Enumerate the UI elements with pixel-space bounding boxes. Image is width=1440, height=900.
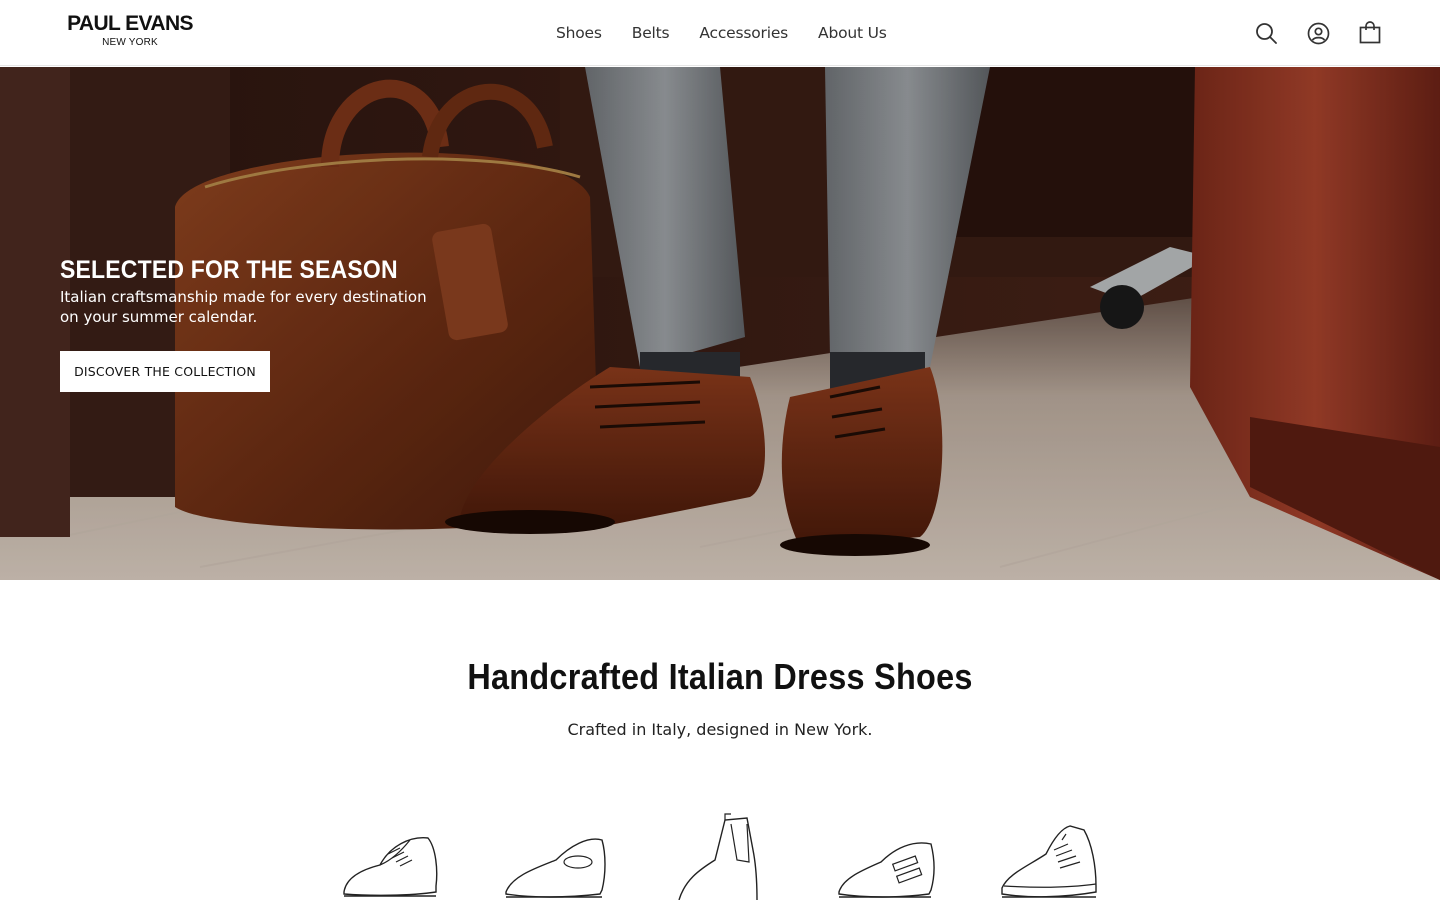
brand-logo[interactable]: PAUL EVANS NEW YORK bbox=[60, 12, 200, 49]
search-icon[interactable] bbox=[1254, 20, 1278, 46]
nav-item-accessories[interactable]: Accessories bbox=[699, 22, 788, 44]
hero-title: SELECTED FOR THE SEASON bbox=[60, 256, 398, 284]
sneaker-icon bbox=[1001, 825, 1097, 898]
cart-icon[interactable] bbox=[1358, 20, 1382, 46]
category-chelsea-boot[interactable] bbox=[675, 810, 765, 900]
logo-main-text: PAUL EVANS bbox=[67, 12, 193, 35]
category-row bbox=[330, 810, 1120, 900]
loafer-icon bbox=[505, 838, 606, 898]
nav-item-about-us[interactable]: About Us bbox=[818, 22, 887, 44]
category-loafer[interactable] bbox=[502, 810, 607, 900]
oxford-shoe-icon bbox=[343, 837, 438, 897]
account-icon[interactable] bbox=[1306, 20, 1330, 46]
category-monk-strap[interactable] bbox=[835, 810, 935, 900]
monk-strap-icon bbox=[838, 842, 935, 898]
section-title: Handcrafted Italian Dress Shoes bbox=[467, 656, 973, 697]
chelsea-boot-icon bbox=[678, 813, 758, 900]
category-sneaker[interactable] bbox=[998, 810, 1100, 900]
hero-subtitle: Italian craftsmanship made for every des… bbox=[60, 288, 427, 326]
hero-banner: SELECTED FOR THE SEASON Italian craftsma… bbox=[0, 67, 1440, 580]
site-header: PAUL EVANS NEW YORK Shoes Belts Accessor… bbox=[0, 0, 1440, 66]
header-actions bbox=[1254, 20, 1382, 46]
nav-item-belts[interactable]: Belts bbox=[632, 22, 670, 44]
section-subtitle: Crafted in Italy, designed in New York. bbox=[567, 720, 873, 739]
hero-text-block: SELECTED FOR THE SEASON Italian craftsma… bbox=[60, 255, 480, 327]
nav-item-shoes[interactable]: Shoes bbox=[556, 22, 602, 44]
category-oxford[interactable] bbox=[340, 810, 440, 900]
discover-collection-button[interactable]: DISCOVER THE COLLECTION bbox=[60, 351, 270, 392]
logo-sub-text: NEW YORK bbox=[102, 37, 158, 48]
main-nav: Shoes Belts Accessories About Us bbox=[556, 22, 887, 44]
